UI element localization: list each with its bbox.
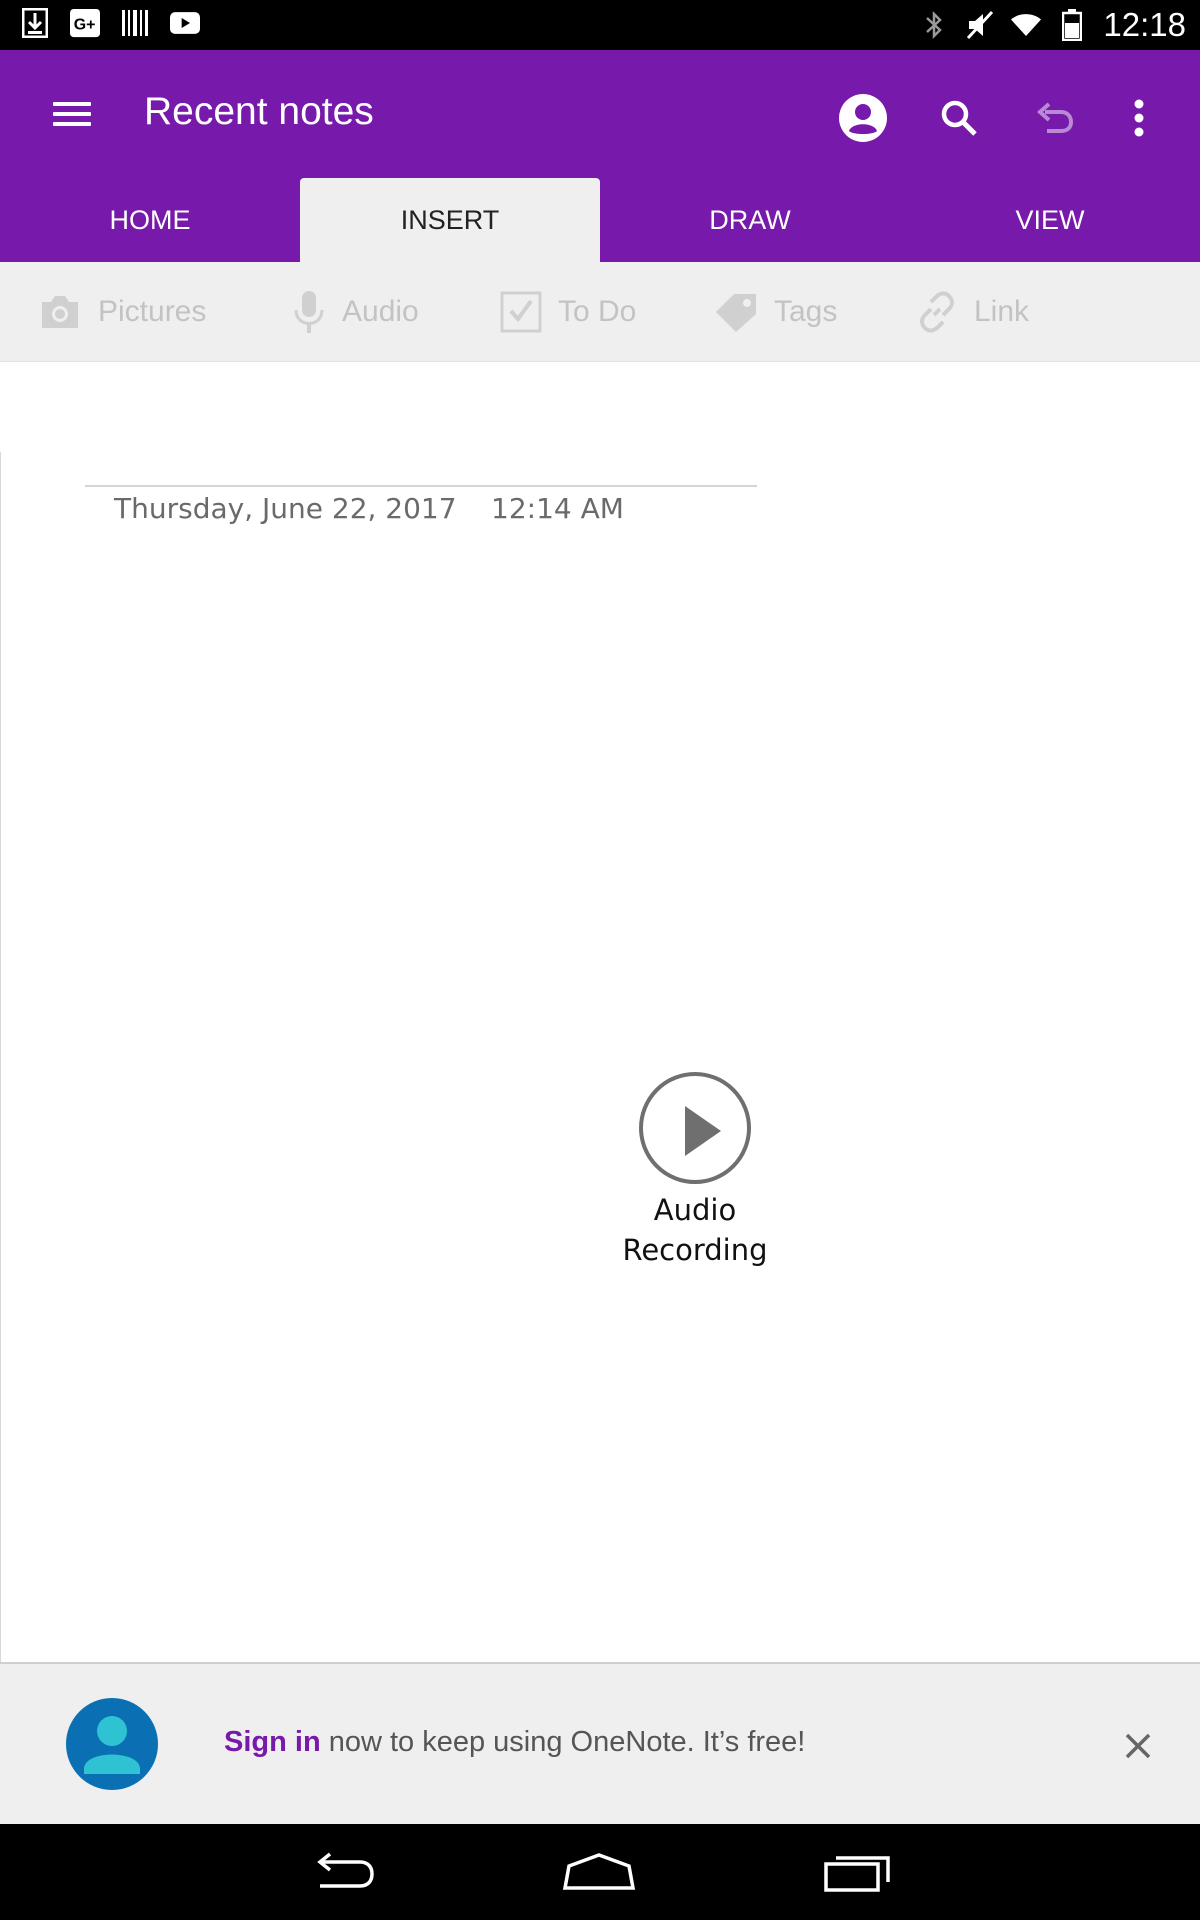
note-date: Thursday, June 22, 2017 [114,492,457,525]
camera-icon [42,296,78,328]
system-nav-bar [0,1824,1200,1920]
audio-recording-label: Audio Recording [610,1190,780,1270]
notification-icons: G+ [20,8,200,38]
search-icon[interactable] [927,86,991,150]
system-status: 12:18 [919,4,1186,46]
checkbox-icon [500,291,542,333]
barcode-icon [120,8,150,38]
battery-icon [1057,9,1087,41]
tab-home[interactable]: HOME [0,178,300,262]
link-icon [920,291,954,333]
svg-text:G+: G+ [74,17,96,34]
pictures-button[interactable]: Pictures [38,284,206,340]
home-icon[interactable] [549,1842,649,1902]
back-icon[interactable] [293,1842,393,1902]
microphone-icon [294,291,324,333]
note-time: 12:14 AM [491,492,624,525]
audio-label: Audio [342,295,419,328]
wifi-icon [1011,10,1042,40]
page-title: Recent notes [144,90,374,133]
ribbon-tabs: HOME INSERT DRAW VIEW [0,178,1200,262]
youtube-icon [170,8,200,38]
download-icon [20,8,50,38]
sign-in-message: Sign in now to keep using OneNote. It’s … [224,1726,805,1759]
play-icon[interactable] [639,1072,751,1184]
sign-in-banner: Sign in now to keep using OneNote. It’s … [0,1662,1200,1824]
sign-in-text: now to keep using OneNote. It’s free! [320,1726,806,1758]
more-vert-icon[interactable] [1107,86,1171,150]
tags-label: Tags [774,295,838,328]
bluetooth-icon [919,10,949,40]
close-icon[interactable] [1112,1720,1164,1772]
title-underline [85,485,757,487]
todo-label: To Do [558,295,637,328]
link-button[interactable]: Link [916,284,1029,340]
hamburger-menu-icon[interactable] [46,96,98,142]
tags-button[interactable]: Tags [714,284,837,340]
tag-icon [716,294,756,332]
audio-recording-attachment[interactable]: Audio Recording [610,1072,780,1270]
app-bar: Recent notes HOME INSERT DRAW VIEW [0,50,1200,262]
audio-label-line1: Audio [653,1193,737,1227]
account-icon[interactable] [831,86,895,150]
clock: 12:18 [1103,6,1186,43]
undo-icon[interactable] [1023,86,1087,150]
status-bar: G+ 12:18 [0,0,1200,50]
page-edge [0,452,1,1662]
google-plus-icon: G+ [70,8,100,38]
link-label: Link [974,295,1030,328]
note-page[interactable]: Thursday, June 22, 2017 12:14 AM Audio R… [0,362,1200,1662]
audio-label-line2: Recording [622,1233,768,1267]
pictures-label: Pictures [98,295,207,328]
user-avatar-icon [66,1698,158,1790]
tab-draw[interactable]: DRAW [600,178,900,262]
tab-insert[interactable]: INSERT [300,178,600,262]
todo-button[interactable]: To Do [500,284,636,340]
audio-button[interactable]: Audio [292,284,419,340]
recents-icon[interactable] [807,1842,907,1902]
tab-view[interactable]: VIEW [900,178,1200,262]
sign-in-link[interactable]: Sign in [224,1726,321,1758]
app-screen: G+ 12:18 Recent notes HOME INSERT DRAW V… [0,0,1200,1920]
insert-toolbar: Pictures Audio To Do Tags Link [0,262,1200,362]
mute-icon [965,10,995,40]
